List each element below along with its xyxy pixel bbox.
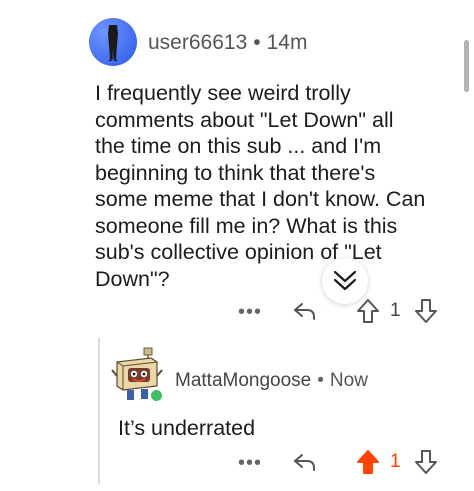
downvote-arrow-icon[interactable] (414, 298, 438, 324)
username[interactable]: MattaMongoose (175, 370, 311, 391)
username[interactable]: user66613 (148, 31, 247, 54)
reply-body: It’s underrated (118, 416, 256, 440)
scrollbar[interactable] (464, 40, 469, 92)
reply-actions: ••• 1 (238, 448, 448, 478)
more-options-icon[interactable]: ••• (238, 301, 262, 324)
comment-line: sub's collective opinion of "Let (95, 240, 382, 264)
comment-line: beginning to think that there's (95, 160, 376, 185)
avatar[interactable] (89, 18, 137, 66)
separator: • (253, 31, 261, 54)
vote-score: 1 (390, 300, 401, 321)
comment-line: comments about "Let Down" all (95, 107, 394, 132)
vote-score: 1 (390, 451, 401, 472)
reply-arrow-icon[interactable] (292, 300, 318, 322)
comment-line: someone fill me in? What is this (95, 213, 398, 238)
comment-body: I frequently see weird trolly comments a… (95, 80, 435, 292)
avatar-figure-icon (108, 25, 118, 61)
separator: • (317, 370, 324, 391)
timestamp: 14m (266, 31, 308, 54)
online-status-indicator (149, 388, 164, 403)
comment-meta: user66613 • 14m (148, 31, 307, 55)
thread-line[interactable] (98, 338, 100, 484)
double-chevron-down-icon (333, 270, 357, 291)
upvote-arrow-icon[interactable] (356, 449, 380, 475)
comment-actions: ••• 1 (238, 297, 448, 327)
comment-line: the time on this sub ... and I'm (95, 134, 382, 158)
reply-arrow-icon[interactable] (292, 451, 318, 473)
comment-line: some meme that I don't know. Can (95, 187, 426, 211)
reply-meta: MattaMongoose • Now (175, 370, 368, 392)
downvote-arrow-icon[interactable] (414, 449, 438, 475)
timestamp: Now (329, 370, 368, 391)
upvote-arrow-icon[interactable] (356, 298, 380, 324)
comment-line: I frequently see weird trolly (95, 81, 351, 105)
comment-line: Down"? (95, 266, 170, 291)
more-options-icon[interactable]: ••• (238, 452, 262, 475)
